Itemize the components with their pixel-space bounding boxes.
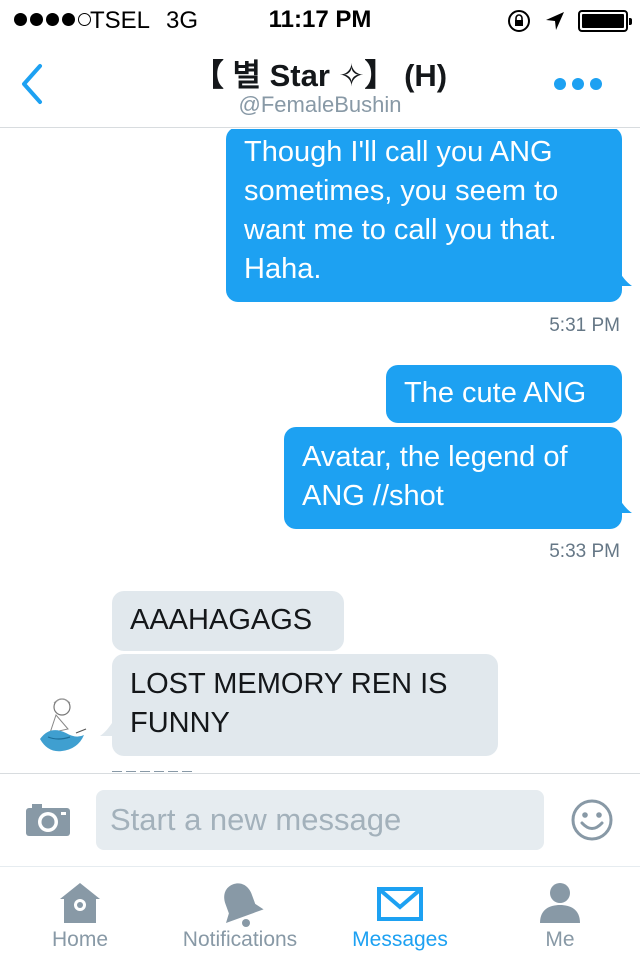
rotation-lock-icon <box>508 10 530 32</box>
message-text: AAAHAGAGS <box>130 604 313 636</box>
tab-label: Me <box>545 928 575 951</box>
battery-icon <box>578 10 632 32</box>
tab-label: Messages <box>352 928 448 951</box>
camera-icon <box>26 804 70 836</box>
hidden-timestamp <box>112 768 192 772</box>
tab-label: Home <box>51 928 109 951</box>
message-text: The cute ANG <box>404 377 587 409</box>
avatar[interactable] <box>34 693 90 755</box>
tab-me[interactable]: Me <box>480 867 640 960</box>
message-text: Avatar, the legend of ANG //shot <box>302 441 568 512</box>
status-bar: TSEL 3G 11:17 PM <box>0 0 640 40</box>
tab-bar: Home Notifications Messages Me <box>0 866 640 960</box>
message-timestamp: 5:31 PM <box>549 315 620 336</box>
location-arrow-icon <box>546 12 564 30</box>
status-icons <box>506 8 632 34</box>
home-icon <box>60 883 100 923</box>
message-input[interactable] <box>96 790 544 850</box>
envelope-icon <box>377 887 423 921</box>
bell-icon <box>224 883 264 927</box>
tab-notifications[interactable]: Notifications <box>160 867 320 960</box>
bubble-tail <box>100 720 114 736</box>
more-options-button[interactable] <box>554 78 602 90</box>
tab-messages[interactable]: Messages <box>320 867 480 960</box>
message-text: LOST MEMORY REN IS FUNNY <box>130 668 448 739</box>
message-bubble[interactable]: Though I'll call you ANG sometimes, you … <box>226 129 622 302</box>
emoji-button[interactable] <box>570 798 614 842</box>
tab-home[interactable]: Home <box>0 867 160 960</box>
bubble-tail <box>618 497 632 513</box>
bubble-tail <box>618 270 632 286</box>
conversation-handle: @FemaleBushin <box>238 92 402 117</box>
message-composer <box>0 773 640 865</box>
message-bubble[interactable]: AAAHAGAGS <box>112 591 344 651</box>
message-bubble[interactable]: LOST MEMORY REN IS FUNNY <box>112 654 498 756</box>
smiley-icon <box>571 799 613 841</box>
camera-button[interactable] <box>24 802 72 838</box>
message-timestamp: 5:33 PM <box>549 541 620 562</box>
conversation-title[interactable]: 【 별 Star ✧】 (H) <box>0 50 640 95</box>
tab-label: Notifications <box>182 928 298 951</box>
message-bubble[interactable]: Avatar, the legend of ANG //shot <box>284 427 622 529</box>
person-icon <box>540 883 580 923</box>
conversation-header: 【 별 Star ✧】 (H) @FemaleBushin <box>0 40 640 128</box>
message-bubble[interactable]: The cute ANG <box>386 365 622 423</box>
message-thread[interactable]: Though I'll call you ANG sometimes, you … <box>0 129 640 772</box>
message-text: Though I'll call you ANG sometimes, you … <box>244 136 559 285</box>
